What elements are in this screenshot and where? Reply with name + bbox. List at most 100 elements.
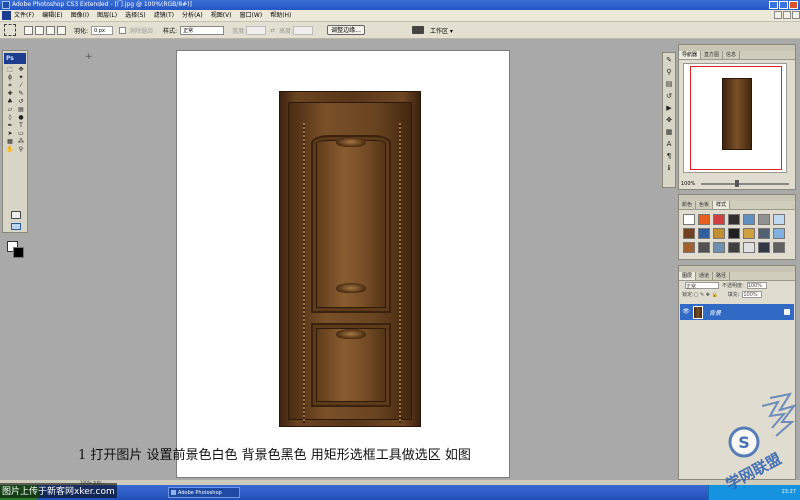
style-swatch[interactable] (698, 228, 710, 239)
menu-image[interactable]: 图像(I) (71, 10, 89, 22)
style-swatch[interactable] (728, 242, 740, 253)
tab-histogram[interactable]: 直方图 (701, 51, 724, 59)
refine-edge-button[interactable]: 调整边缘... (327, 25, 365, 35)
menu-view[interactable]: 视图(V) (211, 10, 232, 22)
doc-restore-button[interactable] (783, 11, 791, 19)
gradient-tool-icon[interactable]: ▤ (16, 106, 26, 113)
height-input[interactable] (293, 25, 314, 35)
brushes-panel-icon[interactable]: ✎ (664, 55, 674, 65)
add-selection-button[interactable] (35, 25, 44, 35)
style-swatch[interactable] (743, 242, 755, 253)
clone-stamp-tool-icon[interactable]: ♣ (5, 98, 15, 105)
style-swatch[interactable] (743, 228, 755, 239)
menu-edit[interactable]: 编辑(E) (42, 10, 62, 22)
style-swatch[interactable] (713, 228, 725, 239)
style-swatch[interactable] (758, 214, 770, 225)
minimize-button[interactable] (769, 1, 778, 9)
background-color-swatch[interactable] (13, 247, 24, 258)
opacity-input[interactable]: 100% (746, 282, 767, 289)
layer-row-background[interactable]: 👁 背景 (680, 304, 794, 320)
lock-icons[interactable]: ▢ ✎ ✥ 🔒 (694, 292, 728, 298)
tab-paths[interactable]: 路径 (713, 272, 731, 280)
menu-file[interactable]: 文件(F) (14, 10, 34, 22)
fill-input[interactable]: 100% (742, 291, 763, 298)
eye-icon[interactable]: 👁 (682, 308, 690, 316)
character-panel-icon[interactable]: A (664, 139, 674, 149)
notes-tool-icon[interactable]: ▦ (5, 138, 15, 145)
clone-source-icon[interactable]: ✥ (664, 115, 674, 125)
quick-mask-icon[interactable] (11, 211, 21, 219)
feather-input[interactable]: 0 px (91, 25, 114, 35)
tab-color[interactable]: 颜色 (679, 201, 697, 209)
move-tool-icon[interactable]: ✥ (16, 66, 26, 73)
tab-navigator[interactable]: 导航器 (679, 51, 702, 59)
path-selection-tool-icon[interactable]: ➤ (5, 130, 15, 137)
menu-layer[interactable]: 图层(L) (97, 10, 117, 22)
blur-tool-icon[interactable]: ◊ (5, 114, 15, 121)
new-selection-button[interactable] (24, 25, 33, 35)
intersect-selection-button[interactable] (57, 25, 66, 35)
menu-window[interactable]: 窗口(W) (240, 10, 263, 22)
width-input[interactable] (246, 25, 267, 35)
layer-comps-icon[interactable]: ▤ (664, 79, 674, 89)
menu-analysis[interactable]: 分析(A) (182, 10, 203, 22)
style-swatch[interactable] (698, 242, 710, 253)
tab-swatches[interactable]: 色板 (696, 201, 714, 209)
style-swatch[interactable] (713, 214, 725, 225)
taskbar-photoshop-button[interactable]: Adobe Photoshop (168, 487, 240, 498)
crop-tool-icon[interactable]: ⌗ (5, 82, 15, 89)
eraser-tool-icon[interactable]: ▱ (5, 106, 15, 113)
tool-presets-icon[interactable]: ⚲ (664, 67, 674, 77)
tab-styles[interactable]: 样式 (713, 201, 731, 209)
healing-brush-tool-icon[interactable]: ✚ (5, 90, 15, 97)
bridge-icon[interactable] (412, 26, 424, 34)
brush-tool-icon[interactable]: ✎ (16, 90, 26, 97)
style-swatch[interactable] (773, 228, 785, 239)
maximize-button[interactable] (779, 1, 788, 9)
document-canvas[interactable] (176, 50, 510, 478)
pen-tool-icon[interactable]: ✒ (5, 122, 15, 129)
style-swatch[interactable] (758, 228, 770, 239)
menu-filter[interactable]: 滤镜(T) (154, 10, 174, 22)
style-swatch[interactable] (713, 242, 725, 253)
antialias-checkbox[interactable] (119, 26, 127, 34)
workspace-menu[interactable]: 工作区 ▾ (430, 26, 453, 35)
zoom-value[interactable]: 100% (681, 181, 695, 187)
shape-tool-icon[interactable]: ▭ (16, 130, 26, 137)
eyedropper-tool-icon[interactable]: ⁂ (16, 138, 26, 145)
hand-tool-icon[interactable]: ✋ (5, 146, 15, 153)
photoshop-menu-icon[interactable] (2, 11, 11, 20)
actions-panel-icon[interactable]: ▶ (664, 103, 674, 113)
style-swatch[interactable] (758, 242, 770, 253)
style-swatch[interactable] (683, 228, 695, 239)
paragraph-panel-icon[interactable]: ¶ (664, 151, 674, 161)
type-tool-icon[interactable]: T (16, 122, 26, 129)
menu-select[interactable]: 选择(S) (125, 10, 146, 22)
blend-mode-select[interactable]: 正常 (685, 282, 719, 290)
subtract-selection-button[interactable] (46, 25, 55, 35)
tab-info[interactable]: 信息 (723, 51, 741, 59)
doc-close-button[interactable] (792, 11, 800, 19)
style-swatch[interactable] (773, 242, 785, 253)
lasso-tool-icon[interactable]: ϕ (5, 74, 15, 81)
history-panel-icon[interactable]: ↺ (664, 91, 674, 101)
style-swatch[interactable] (743, 214, 755, 225)
style-swatch[interactable] (683, 242, 695, 253)
swap-dimensions-icon[interactable]: ⇄ (270, 27, 276, 34)
doc-minimize-button[interactable] (774, 11, 782, 19)
measurement-log-icon[interactable]: ▦ (664, 127, 674, 137)
style-swatch[interactable] (683, 214, 695, 225)
style-swatch[interactable] (728, 214, 740, 225)
style-swatch[interactable] (773, 214, 785, 225)
style-swatch[interactable] (698, 214, 710, 225)
style-swatch[interactable] (728, 228, 740, 239)
tab-channels[interactable]: 通道 (696, 272, 714, 280)
close-button[interactable] (789, 1, 798, 9)
rectangular-marquee-tool-icon[interactable]: ⬚ (5, 66, 15, 73)
zoom-slider[interactable] (701, 180, 789, 187)
menu-help[interactable]: 帮助(H) (270, 10, 291, 22)
style-select[interactable]: 正常 (180, 25, 225, 35)
navigator-preview[interactable] (683, 63, 787, 173)
dodge-tool-icon[interactable]: ● (16, 114, 26, 121)
zoom-slider-thumb[interactable] (734, 180, 739, 187)
